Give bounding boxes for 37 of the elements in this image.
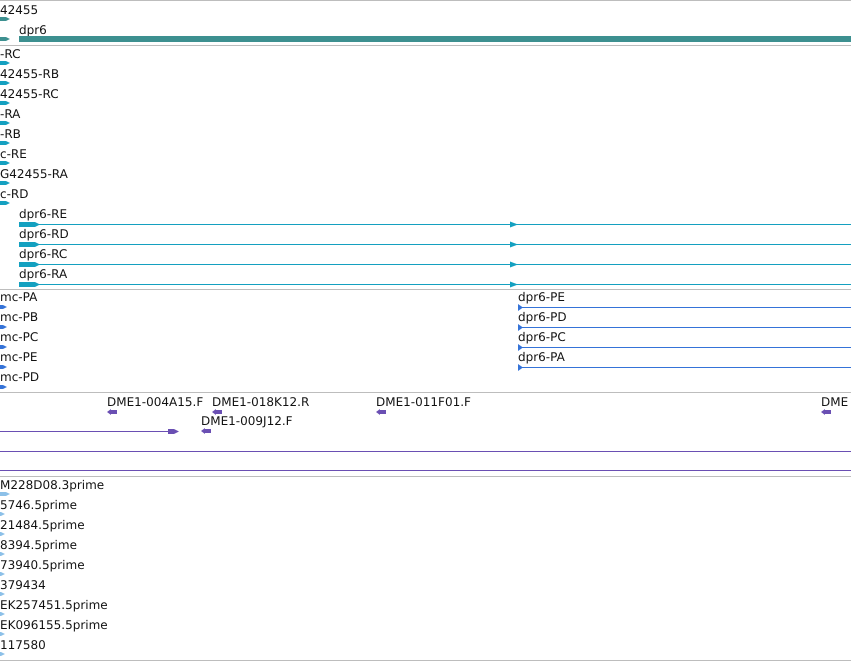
feature-label: DME [821, 395, 848, 409]
feature-label: mc-PA [0, 290, 38, 304]
feature-label: dpr6-PE [518, 290, 565, 304]
feature-label: M228D08.3prime [0, 478, 104, 492]
feature-label: mc-PE [0, 350, 38, 364]
feature-label: dpr6-RE [19, 207, 68, 221]
feature-label: mc-PB [0, 310, 38, 324]
feature-label: dpr6-RC [19, 247, 68, 261]
feature-label: dpr6-PC [518, 330, 566, 344]
feature-label: mc-PC [0, 330, 38, 344]
feature-label: 117580 [0, 638, 46, 652]
feature-label: 8394.5prime [0, 538, 77, 552]
feature-label: 379434 [0, 578, 46, 592]
feature-label: 42455 [0, 3, 38, 17]
feature-label: dpr6-PA [518, 350, 565, 364]
feature-label: DME1-004A15.F [107, 395, 204, 409]
feature-label: c-RD [0, 187, 29, 201]
feature-label: DME1-009J12.F [201, 414, 293, 428]
feature-label: dpr6-RA [19, 267, 68, 281]
feature-label: EK257451.5prime [0, 598, 108, 612]
feature-label: 5746.5prime [0, 498, 77, 512]
feature-label: c-RE [0, 147, 27, 161]
feature-label: 42455-RB [0, 67, 60, 81]
feature-label: 42455-RC [0, 87, 59, 101]
feature-label: 21484.5prime [0, 518, 85, 532]
feature-label: dpr6-PD [518, 310, 567, 324]
feature-label: EK096155.5prime [0, 618, 108, 632]
feature-label: DME1-018K12.R [212, 395, 310, 409]
feature-label: -RB [0, 127, 21, 141]
feature-label: DME1-011F01.F [376, 395, 471, 409]
feature-label: 73940.5prime [0, 558, 85, 572]
feature-label: -RA [0, 107, 20, 121]
feature-label: dpr6-RD [19, 227, 69, 241]
feature-label: dpr6 [19, 23, 47, 37]
feature-label: mc-PD [0, 370, 40, 384]
feature-label: G42455-RA [0, 167, 68, 181]
feature-label: -RC [0, 47, 20, 61]
